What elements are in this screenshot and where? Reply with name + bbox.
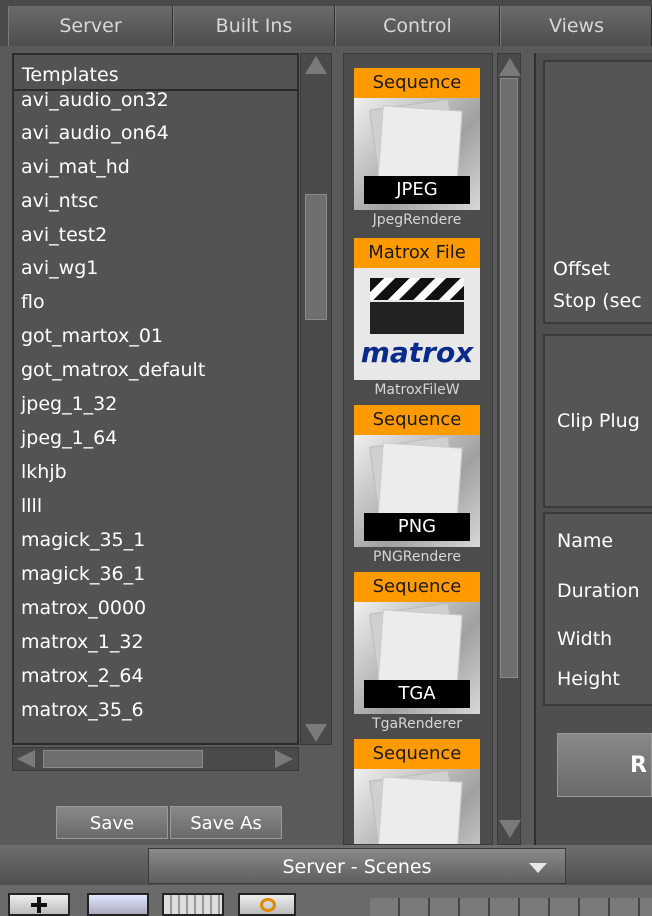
sequence-icon bbox=[354, 769, 480, 844]
plugin-type-label: Sequence bbox=[354, 739, 480, 769]
plugin-name: PNGRendere bbox=[373, 549, 461, 565]
format-tag: TGA bbox=[364, 680, 470, 708]
plugin-type-label: Sequence bbox=[354, 405, 480, 435]
width-label: Width bbox=[557, 628, 613, 650]
plugin-sequence[interactable]: Sequence bbox=[354, 739, 480, 844]
plugin-name: JpegRendere bbox=[372, 212, 462, 228]
plugin-list[interactable]: Sequence JPEG JpegRendere Matrox File ma… bbox=[343, 53, 493, 845]
templates-header: Templates bbox=[14, 55, 297, 91]
playback-controls[interactable] bbox=[370, 898, 652, 916]
list-item[interactable]: magick_36_1 bbox=[21, 563, 145, 585]
stop-label: Stop (sec bbox=[553, 290, 642, 312]
scroll-down-icon[interactable] bbox=[305, 724, 327, 742]
refresh-icon[interactable] bbox=[238, 893, 296, 916]
list-item[interactable]: avi_audio_on32 bbox=[21, 89, 169, 111]
templates-list[interactable]: Templates avi_audio_on32 avi_audio_on64 … bbox=[12, 53, 299, 745]
list-item[interactable]: got_matrox_default bbox=[21, 359, 205, 381]
templates-horizontal-scrollbar[interactable] bbox=[12, 747, 299, 771]
plugin-type-label: Sequence bbox=[354, 572, 480, 602]
scroll-up-icon[interactable] bbox=[305, 56, 327, 74]
clapperboard-icon: matrox bbox=[354, 268, 480, 380]
height-label: Height bbox=[557, 668, 620, 690]
plugin-name: TgaRenderer bbox=[372, 716, 462, 732]
server-view-dropdown[interactable]: Server - Scenes bbox=[148, 848, 566, 884]
duration-label: Duration bbox=[557, 580, 640, 602]
name-label: Name bbox=[557, 530, 614, 552]
scroll-thumb[interactable] bbox=[305, 194, 327, 320]
timing-section: Offset Stop (sec bbox=[543, 60, 652, 324]
plugin-scrollbar[interactable] bbox=[497, 53, 521, 845]
sequence-icon: PNG bbox=[354, 435, 480, 547]
properties-icon[interactable] bbox=[87, 893, 149, 916]
offset-label: Offset bbox=[553, 258, 611, 280]
clip-plugin-section: Clip Plug bbox=[543, 334, 652, 508]
chevron-down-icon bbox=[529, 863, 547, 873]
save-button[interactable]: Save bbox=[56, 806, 168, 839]
plugin-jpeg[interactable]: Sequence JPEG JpegRendere bbox=[354, 68, 480, 233]
tab-control[interactable]: Control bbox=[335, 6, 500, 46]
scroll-left-icon[interactable] bbox=[17, 750, 35, 768]
list-item[interactable]: avi_audio_on64 bbox=[21, 122, 169, 144]
tab-views[interactable]: Views bbox=[500, 6, 652, 46]
scroll-thumb[interactable] bbox=[500, 78, 518, 678]
list-item[interactable]: jpeg_1_32 bbox=[21, 393, 117, 415]
matrox-logo: matrox bbox=[360, 336, 474, 369]
list-item[interactable]: matrox_0000 bbox=[21, 597, 146, 619]
list-item[interactable]: avi_test2 bbox=[21, 224, 107, 246]
scroll-up-icon[interactable] bbox=[499, 58, 521, 76]
clip-info-section: Name Duration Width Height bbox=[543, 512, 652, 706]
list-item[interactable]: matrox_2_64 bbox=[21, 665, 144, 687]
sequence-icon: TGA bbox=[354, 602, 480, 714]
keyframe-icon[interactable] bbox=[162, 893, 224, 916]
list-item[interactable]: avi_ntsc bbox=[21, 190, 99, 212]
plugin-matrox[interactable]: Matrox File matrox MatroxFileW bbox=[354, 238, 480, 403]
list-item[interactable]: matrox_35_6 bbox=[21, 699, 144, 721]
plugin-png[interactable]: Sequence PNG PNGRendere bbox=[354, 405, 480, 570]
templates-vertical-scrollbar[interactable] bbox=[300, 53, 332, 745]
save-as-button[interactable]: Save As bbox=[170, 806, 282, 839]
sequence-icon: JPEG bbox=[354, 98, 480, 210]
format-tag: JPEG bbox=[364, 176, 470, 204]
list-item[interactable]: lkhjb bbox=[21, 461, 67, 483]
list-item[interactable]: got_martox_01 bbox=[21, 325, 163, 347]
list-item[interactable]: llll bbox=[21, 495, 42, 517]
scroll-right-icon[interactable] bbox=[275, 750, 293, 768]
scroll-thumb[interactable] bbox=[43, 750, 203, 768]
list-item[interactable]: avi_wg1 bbox=[21, 257, 98, 279]
plugin-type-label: Sequence bbox=[354, 68, 480, 98]
tab-server[interactable]: Server bbox=[8, 6, 173, 46]
plugin-tga[interactable]: Sequence TGA TgaRenderer bbox=[354, 572, 480, 737]
list-item[interactable]: flo bbox=[21, 291, 45, 313]
list-item[interactable]: magick_35_1 bbox=[21, 529, 145, 551]
tab-built-ins[interactable]: Built Ins bbox=[173, 6, 335, 46]
format-tag: PNG bbox=[364, 513, 470, 541]
plugin-name: MatroxFileW bbox=[374, 382, 460, 398]
render-button[interactable]: R bbox=[557, 733, 652, 797]
plugin-type-label: Matrox File bbox=[354, 238, 480, 268]
list-item[interactable]: avi_mat_hd bbox=[21, 156, 130, 178]
dropdown-value: Server - Scenes bbox=[282, 856, 432, 878]
list-item[interactable]: jpeg_1_64 bbox=[21, 427, 117, 449]
scroll-down-icon[interactable] bbox=[499, 820, 521, 838]
clip-plugin-label: Clip Plug bbox=[557, 410, 640, 432]
list-item[interactable]: matrox_1_32 bbox=[21, 631, 144, 653]
add-icon[interactable] bbox=[8, 893, 70, 916]
